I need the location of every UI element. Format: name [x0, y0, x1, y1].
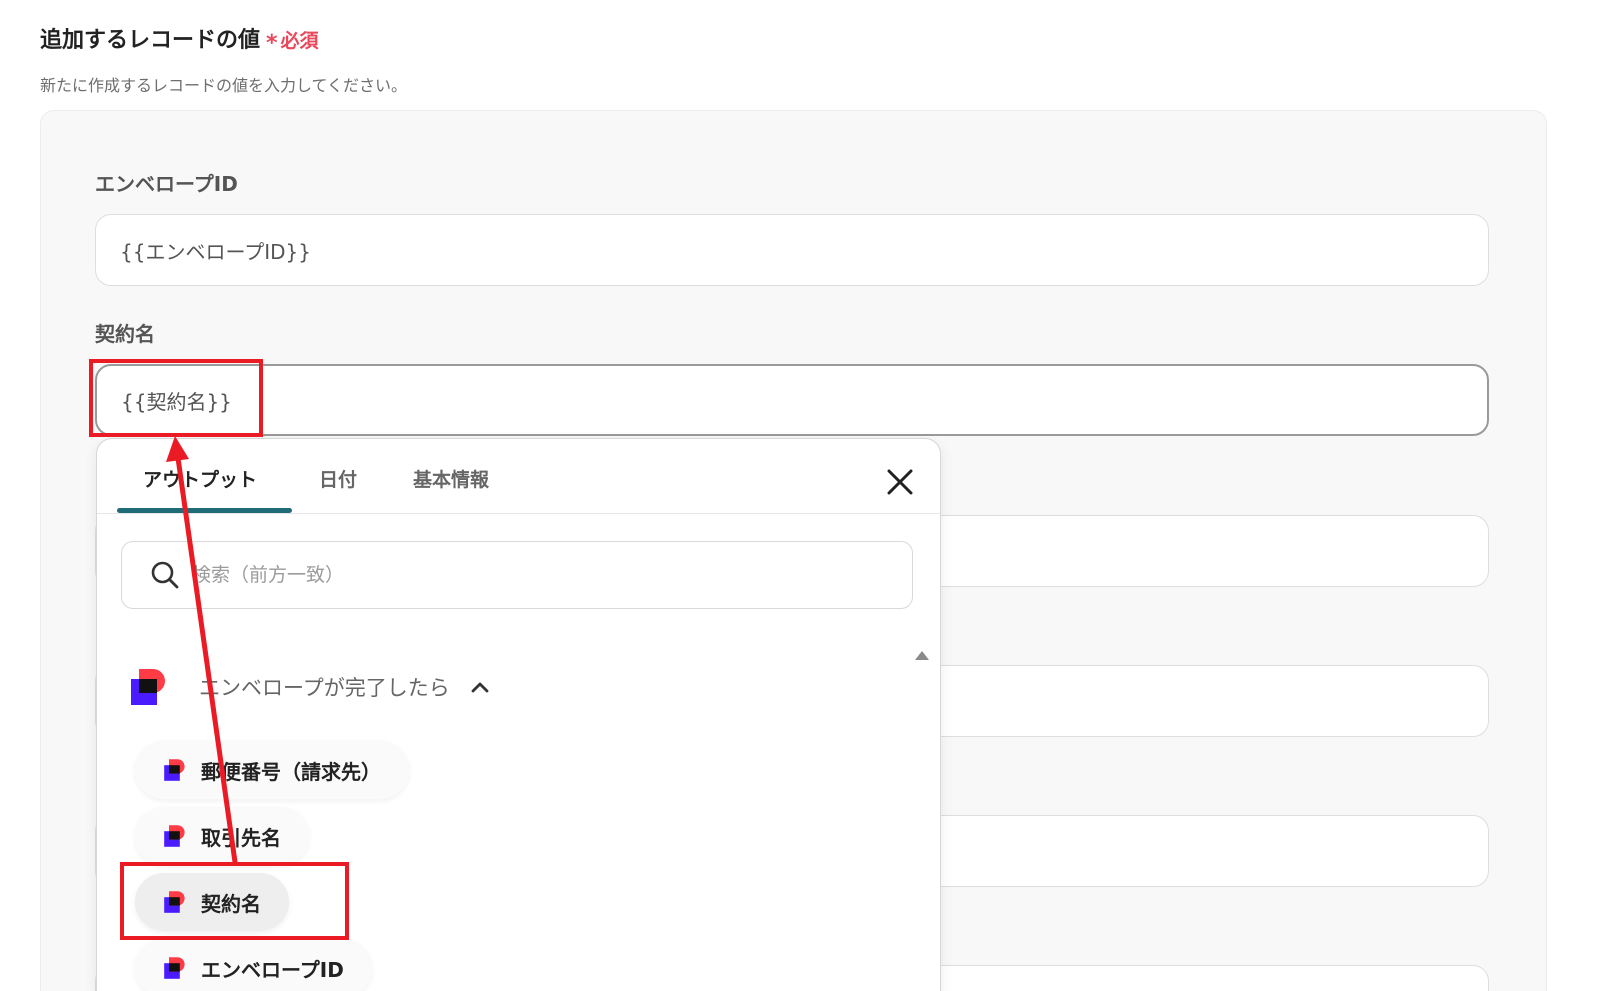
contract-name-value: {{契約名}} [121, 389, 232, 414]
field-label-envelope-id: エンベロープID [95, 172, 238, 196]
output-item-account-name[interactable]: 取引先名 [135, 807, 309, 865]
search-input[interactable] [190, 563, 894, 587]
output-item-label: 契約名 [201, 891, 261, 916]
close-button[interactable] [883, 465, 917, 499]
tab-date[interactable]: 日付 [319, 465, 357, 492]
output-item-label: 取引先名 [201, 825, 281, 850]
output-item-contract-name[interactable]: 契約名 [135, 873, 289, 931]
search-box [121, 541, 913, 609]
scroll-up-arrow-icon[interactable] [914, 647, 930, 663]
output-item-postal-code[interactable]: 郵便番号（請求先） [135, 741, 409, 799]
app-logo-icon [164, 891, 185, 913]
app-logo-icon [164, 825, 185, 847]
required-label: 必須 [280, 30, 319, 52]
close-icon [887, 469, 913, 495]
page: 追加するレコードの値 * 必須 新たに作成するレコードの値を入力してください。 … [0, 0, 1600, 991]
output-item-label: 郵便番号（請求先） [201, 759, 381, 784]
popup-tabs: アウトプット 日付 基本情報 [97, 439, 940, 514]
section-title-text: 追加するレコードの値 [40, 28, 261, 53]
section-title: 追加するレコードの値 * 必須 [40, 22, 319, 56]
envelope-id-value: {{エンベロープID}} [120, 239, 311, 264]
app-logo-icon [131, 669, 165, 705]
output-item-label: エンベロープID [201, 957, 344, 982]
required-asterisk: * [266, 31, 278, 56]
contract-name-input[interactable]: {{契約名}} [95, 364, 1489, 436]
chevron-up-icon[interactable] [470, 680, 490, 694]
envelope-id-input[interactable]: {{エンベロープID}} [95, 214, 1489, 286]
group-title: エンベロープが完了したら [199, 676, 450, 700]
app-logo-icon [164, 957, 185, 979]
output-picker-popup: アウトプット 日付 基本情報 検索（前方一致） エンベロープが完了したら 郵便番… [96, 438, 941, 991]
app-logo-icon [164, 759, 185, 781]
required-badge: * 必須 [266, 26, 319, 56]
tab-basic-info[interactable]: 基本情報 [413, 465, 489, 492]
tab-output[interactable]: アウトプット [143, 465, 257, 492]
field-label-contract-name: 契約名 [95, 322, 155, 346]
search-icon [151, 561, 179, 589]
active-tab-indicator [117, 508, 292, 513]
output-item-envelope-id[interactable]: エンベロープID [135, 939, 372, 991]
section-description: 新たに作成するレコードの値を入力してください。 [40, 76, 408, 95]
group-header[interactable]: エンベロープが完了したら [129, 667, 490, 707]
